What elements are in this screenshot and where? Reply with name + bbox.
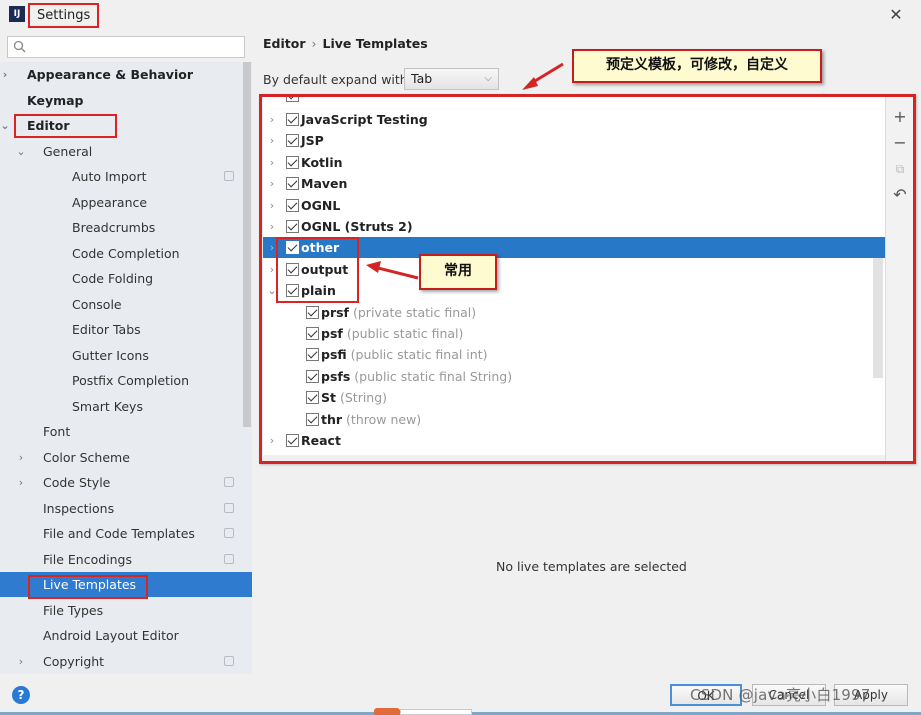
sidebar-item-label: Breadcrumbs xyxy=(72,220,156,235)
editor-highlight-box xyxy=(14,114,117,138)
empty-selection-message: No live templates are selected xyxy=(496,559,687,574)
sidebar-item-label: Inspections xyxy=(43,500,115,516)
sidebar-item-label: Font xyxy=(43,424,71,439)
watermark: CSDN @java亮小白1997 xyxy=(690,686,871,704)
arrow-to-tree-icon xyxy=(522,62,564,90)
sidebar-item-smart-keys[interactable]: Smart Keys xyxy=(0,394,243,419)
project-level-icon xyxy=(224,553,234,564)
sidebar-item-label: Code Folding xyxy=(72,271,154,286)
breadcrumb-editor: Editor xyxy=(263,36,306,51)
chevron-down-icon[interactable]: ⌄ xyxy=(16,139,26,164)
sidebar-item-breadcrumbs[interactable]: Breadcrumbs xyxy=(0,215,243,240)
sidebar-item-label: Smart Keys xyxy=(72,398,143,414)
predefined-templates-callout: 预定义模板，可修改，自定义 xyxy=(572,49,822,83)
project-level-icon xyxy=(224,171,234,181)
sidebar-item-file-and-code-templates[interactable]: File and Code Templates xyxy=(0,521,243,546)
sidebar-item-label: General xyxy=(43,143,93,159)
expand-with-label: By default expand with xyxy=(263,72,408,87)
sidebar-item-label: Appearance & Behavior xyxy=(27,67,193,82)
chevron-right-icon[interactable]: › xyxy=(16,445,26,470)
sidebar-scrollbar[interactable] xyxy=(243,62,251,427)
sidebar-item-font[interactable]: Font xyxy=(0,419,243,444)
sidebar-item-file-types[interactable]: File Types xyxy=(0,598,243,623)
sidebar-item-copyright[interactable]: › Copyright xyxy=(0,649,243,674)
sidebar-item-label: Copyright xyxy=(43,653,105,669)
sidebar-item-label: File Encodings xyxy=(43,551,133,567)
project-level-icon xyxy=(224,477,234,487)
common-callout: 常用 xyxy=(419,254,497,290)
breadcrumb-separator: › xyxy=(311,36,317,51)
sidebar-item-file-encodings[interactable]: File Encodings xyxy=(0,547,243,572)
sidebar-item-code-style[interactable]: › Code Style xyxy=(0,470,243,495)
sidebar-item-code-folding[interactable]: Code Folding xyxy=(0,266,243,291)
sidebar-item-general[interactable]: ⌄ General xyxy=(0,139,243,164)
search-icon xyxy=(13,40,26,53)
sidebar-item-color-scheme[interactable]: › Color Scheme xyxy=(0,445,243,470)
expand-with-value: Tab xyxy=(411,71,433,86)
sidebar-item-label: Android Layout Editor xyxy=(43,628,179,643)
sidebar-item-label: Appearance xyxy=(72,194,148,210)
sidebar-item-android-layout-editor[interactable]: Android Layout Editor xyxy=(0,623,243,648)
sidebar-item-inspections[interactable]: Inspections xyxy=(0,496,243,521)
sidebar-item-appearance-behavior[interactable]: › Appearance & Behavior xyxy=(0,62,243,87)
live-templates-highlight-box xyxy=(28,575,148,599)
sidebar-item-label: Code Completion xyxy=(72,245,180,261)
sidebar-item-label: Gutter Icons xyxy=(72,347,149,363)
sidebar-item-label: Color Scheme xyxy=(43,449,130,465)
sidebar-item-auto-import[interactable]: Auto Import xyxy=(0,164,243,189)
close-button[interactable]: ✕ xyxy=(885,4,907,26)
sidebar-item-gutter-icons[interactable]: Gutter Icons xyxy=(0,343,243,368)
title-bar: IJ Settings ✕ xyxy=(0,0,921,32)
close-icon: ✕ xyxy=(889,5,903,24)
chevron-right-icon[interactable]: › xyxy=(16,649,26,674)
common-groups-highlight-box xyxy=(276,237,359,303)
breadcrumb: Editor › Live Templates xyxy=(263,36,428,51)
chevron-down-icon[interactable]: ⌄ xyxy=(0,113,10,138)
project-level-icon xyxy=(224,528,234,538)
sidebar-item-label: Auto Import xyxy=(72,169,147,184)
window-title: Settings xyxy=(28,3,100,28)
project-level-icon xyxy=(224,502,234,513)
sidebar-item-code-completion[interactable]: Code Completion xyxy=(0,241,243,266)
taskbar-tab-fragment xyxy=(400,709,472,715)
sidebar-item-label: File and Code Templates xyxy=(43,526,195,541)
sidebar-item-label: Keymap xyxy=(27,92,84,108)
sidebar-item-appearance[interactable]: Appearance xyxy=(0,190,243,215)
chevron-right-icon[interactable]: › xyxy=(0,62,10,87)
sidebar-item-postfix-completion[interactable]: Postfix Completion xyxy=(0,368,243,393)
chevron-right-icon[interactable]: › xyxy=(16,470,26,495)
sidebar-item-editor-tabs[interactable]: Editor Tabs xyxy=(0,317,243,342)
sidebar-item-label: Code Style xyxy=(43,475,111,490)
sidebar-item-label: Console xyxy=(72,296,122,312)
sidebar-item-label: File Types xyxy=(43,602,104,618)
sidebar-item-label: Postfix Completion xyxy=(72,373,189,388)
project-level-icon xyxy=(224,655,234,666)
intellij-logo-icon: IJ xyxy=(9,6,25,22)
taskbar-fragment xyxy=(374,708,400,715)
breadcrumb-live-templates: Live Templates xyxy=(322,36,428,51)
chevron-down-icon: ⌵ xyxy=(484,73,492,84)
expand-with-select[interactable]: Tab ⌵ xyxy=(404,68,499,90)
help-button[interactable]: ? xyxy=(12,686,30,704)
sidebar-item-keymap[interactable]: Keymap xyxy=(0,88,243,113)
settings-search-input[interactable] xyxy=(7,36,245,58)
sidebar-item-label: Editor Tabs xyxy=(72,322,141,337)
sidebar-item-console[interactable]: Console xyxy=(0,292,243,317)
